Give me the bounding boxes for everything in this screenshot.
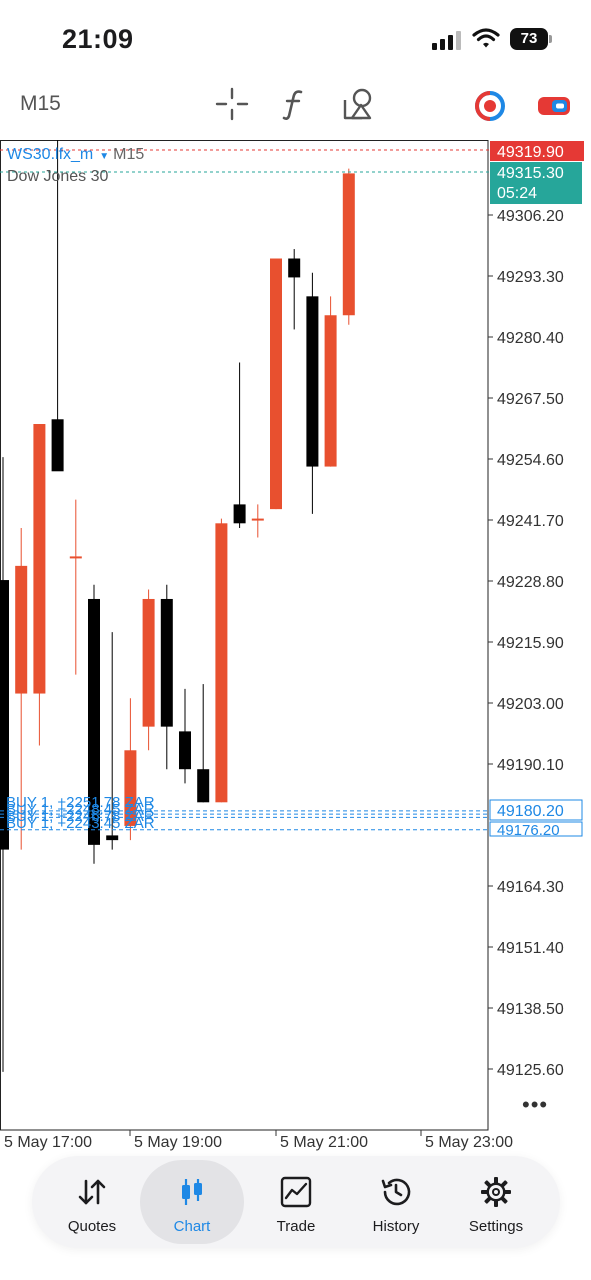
candle-body	[160, 598, 173, 727]
toggle-icon[interactable]	[536, 88, 572, 124]
objects-icon[interactable]	[340, 86, 376, 122]
candle-body	[33, 424, 46, 694]
nav-history[interactable]: History	[344, 1160, 448, 1244]
price-axis-label: 49280.40	[497, 330, 564, 347]
bid-price-label: 49315.30	[497, 165, 564, 182]
price-axis-label: 49138.50	[497, 1001, 564, 1018]
status-bar: 21:09 73	[0, 0, 591, 80]
position-label: BUY 1, +2243.45 ZAR	[6, 815, 155, 832]
price-axis-label: 49151.40	[497, 940, 564, 957]
candle-body	[306, 296, 319, 467]
candle-body	[51, 419, 64, 472]
wifi-icon	[472, 28, 500, 48]
candle-body	[15, 565, 28, 694]
settings-icon	[481, 1177, 511, 1207]
bottom-navigation: Quotes Chart Trade History Settings	[32, 1156, 560, 1248]
symbol-selector[interactable]: WS30.lfx_m ▼ M15	[7, 146, 144, 164]
chart-canvas[interactable]: BUY 1, +2251.78 ZARBUY 1, +2248.45 ZARBU…	[0, 140, 591, 1150]
price-axis-label: 49190.10	[497, 757, 564, 774]
candle-body	[106, 835, 119, 841]
plot-frame	[0, 140, 489, 1131]
dropdown-arrow-icon[interactable]: ▼	[99, 151, 109, 162]
price-axis-label: 49215.90	[497, 635, 564, 652]
position-price-label: 49176.20	[497, 822, 560, 839]
chart-icon	[182, 1179, 202, 1205]
candle-body	[251, 518, 264, 521]
nav-quotes[interactable]: Quotes	[40, 1160, 144, 1244]
time-axis-label: 5 May 21:00	[280, 1134, 369, 1151]
candle-body	[233, 504, 246, 524]
status-time: 21:09	[62, 24, 134, 54]
nav-label: History	[372, 1218, 420, 1235]
candle-body	[288, 258, 301, 278]
trade-icon	[280, 1176, 312, 1208]
price-axis-label: 49267.50	[497, 391, 564, 408]
position-price-label: 49180.20	[497, 803, 564, 820]
nav-settings[interactable]: Settings	[444, 1160, 548, 1244]
battery-level: 73	[510, 28, 548, 50]
function-icon[interactable]	[276, 86, 312, 122]
candle-body	[197, 769, 210, 803]
ask-price-label: 49319.90	[497, 144, 564, 161]
price-axis-label: 49125.60	[497, 1062, 564, 1079]
symbol-timeframe: M15	[113, 146, 145, 163]
symbol-name[interactable]: WS30.lfx_m	[7, 146, 93, 163]
nav-label: Quotes	[67, 1218, 117, 1235]
battery-icon: 73	[510, 28, 552, 50]
price-chart[interactable]: BUY 1, +2251.78 ZAR BUY 1, +2248.45 ZAR BU…	[0, 140, 591, 1151]
candle-body	[215, 523, 228, 803]
symbol-description: Dow Jones 30	[7, 168, 109, 185]
nav-chart[interactable]: Chart	[140, 1160, 244, 1244]
crosshair-icon[interactable]	[214, 86, 250, 122]
price-axis-label: 49164.30	[497, 879, 564, 896]
candle-body	[69, 556, 82, 559]
one-click-trading-icon[interactable]	[472, 88, 508, 124]
time-axis-label: 5 May 23:00	[425, 1134, 514, 1151]
candle-body	[342, 173, 355, 316]
price-axis-label: 49241.70	[497, 513, 564, 530]
chart-toolbar: M15	[0, 80, 591, 138]
history-icon	[381, 1178, 411, 1206]
time-axis-label: 5 May 19:00	[134, 1134, 223, 1151]
timeframe-button[interactable]: M15	[20, 92, 61, 116]
cellular-signal-icon	[432, 31, 461, 50]
nav-label: Trade	[276, 1218, 316, 1235]
price-axis-label: 49306.20	[497, 208, 564, 225]
quotes-icon	[78, 1179, 106, 1205]
nav-trade[interactable]: Trade	[244, 1160, 348, 1244]
candle-body	[179, 731, 191, 770]
nav-label: Settings	[468, 1218, 524, 1235]
price-axis-label: 49293.30	[497, 269, 564, 286]
price-axis-label: 49203.00	[497, 696, 564, 713]
candle-body	[142, 598, 155, 727]
more-options-button[interactable]: •••	[522, 1092, 548, 1118]
price-axis-label: 49254.60	[497, 452, 564, 469]
bar-countdown: 05:24	[497, 185, 537, 202]
price-axis-label: 49228.80	[497, 574, 564, 591]
candle-body	[270, 258, 282, 510]
time-axis-label: 5 May 17:00	[4, 1134, 93, 1151]
candle-body	[324, 315, 337, 467]
nav-label: Chart	[173, 1218, 211, 1235]
